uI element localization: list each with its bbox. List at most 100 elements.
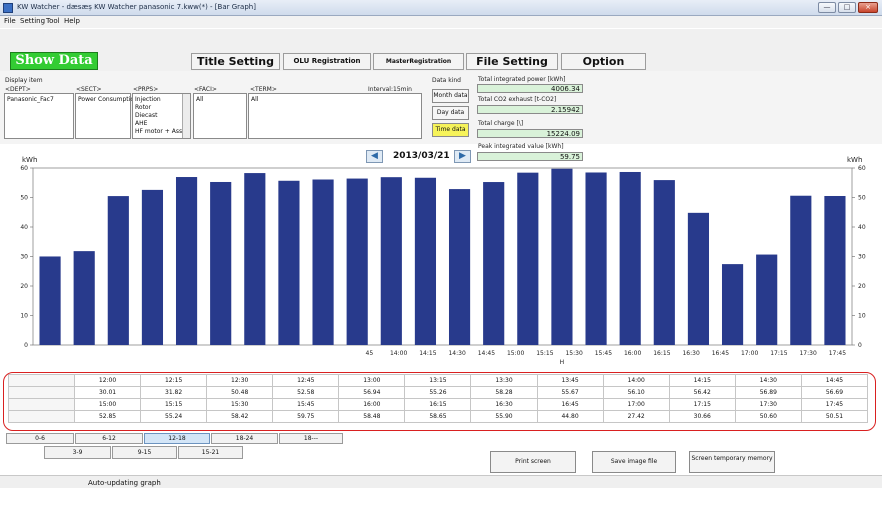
y-tick-label-left: 50 (20, 195, 28, 202)
peak-label: Peak integrated value [kWh] (478, 143, 564, 150)
y-tick-label-left: 20 (20, 283, 28, 290)
olu-registration-button[interactable]: OLU Registration (283, 53, 371, 70)
menu-file[interactable]: File (4, 17, 16, 25)
prps-listbox[interactable]: Injection Rotor Diecast AHE HF motor + A… (132, 93, 191, 139)
list-item[interactable]: Diecast (135, 112, 157, 119)
list-item[interactable]: All (251, 96, 258, 103)
status-text: Auto-updating graph (88, 479, 161, 487)
file-setting-button[interactable]: File Setting (466, 53, 558, 70)
bar-1515 (483, 182, 505, 345)
bar-1345 (278, 180, 300, 345)
dept-label: <DEPT> (5, 86, 31, 93)
bar-1245 (141, 189, 164, 345)
y-tick-label-right: 20 (858, 283, 866, 290)
y-tick-label-right: 40 (858, 224, 866, 231)
hour-button-9-15[interactable]: 9-15 (112, 446, 177, 459)
list-item[interactable]: All (196, 96, 203, 103)
term-listbox[interactable]: All (248, 93, 422, 139)
sect-label: <SECT> (76, 86, 102, 93)
sect-listbox[interactable]: Power Consumptio (75, 93, 134, 139)
range-button-0-6[interactable]: 0-6 (6, 433, 74, 444)
bar-chart: kWh kWh 0 0 10 10 20 20 30 30 40 40 50 50 60 60 45 14:00 1… (20, 156, 866, 366)
app-icon (3, 3, 13, 13)
bar-1300 (175, 177, 198, 345)
bar-1530 (517, 172, 539, 345)
status-bar: Auto-updating graph (0, 475, 882, 488)
range-button-6-12[interactable]: 6-12 (75, 433, 143, 444)
bar-1215 (73, 251, 95, 345)
x-tick-label: 15:45 (595, 350, 612, 357)
y-tick-label-left: 40 (20, 224, 28, 231)
y-tick-label-right: 0 (858, 342, 862, 349)
day-data-button[interactable]: Day data (432, 106, 469, 120)
bar-1500 (448, 189, 471, 345)
list-item[interactable]: Injection (135, 96, 161, 103)
y-tick-label-right: 10 (858, 313, 866, 320)
y-tick-label-left: 10 (20, 313, 28, 320)
menu-help[interactable]: Help (64, 17, 80, 25)
bar-1600 (585, 172, 607, 345)
bar-1545 (551, 168, 573, 345)
save-image-button[interactable]: Save image file (592, 451, 676, 473)
list-item[interactable]: Panasonic_Fac7 (7, 96, 54, 103)
x-tick-label: 14:30 (448, 350, 465, 357)
display-item-label: Display item (5, 77, 43, 84)
print-screen-button[interactable]: Print screen (490, 451, 576, 473)
x-tick-label: 15:15 (536, 350, 553, 357)
x-tick-label: 17:45 (829, 350, 846, 357)
maximize-button[interactable]: □ (838, 2, 856, 13)
faci-label: <FACI> (194, 86, 217, 93)
listbox-scrollbar[interactable] (182, 94, 190, 138)
menu-setting[interactable]: Setting (20, 17, 45, 25)
master-registration-button[interactable]: MasterRegistration (373, 53, 464, 70)
show-data-button[interactable]: Show Data (10, 52, 98, 70)
close-button[interactable]: × (858, 2, 878, 13)
bar-1615 (619, 171, 641, 345)
x-tick-label: 14:15 (419, 350, 436, 357)
interval-label: Interval:15min (368, 86, 412, 93)
window-title: KW Watcher - dæsæș KW Watcher panasonic … (17, 3, 256, 11)
x-tick-label: 17:15 (770, 350, 787, 357)
x-tick-label: 45 (366, 350, 374, 357)
x-tick-label: 16:00 (624, 350, 641, 357)
list-item[interactable]: HF motor + Ass (135, 128, 182, 135)
option-button[interactable]: Option (561, 53, 646, 70)
hour-button-3-9[interactable]: 3-9 (44, 446, 111, 459)
x-tick-label: 14:00 (390, 350, 407, 357)
screen-temporary-memory-button[interactable]: Screen temporary memory (689, 451, 775, 473)
y-tick-label-left: 0 (24, 342, 28, 349)
x-tick-label: 15:30 (565, 350, 582, 357)
total-co2-label: Total CO2 exhaust [t-CO2] (478, 96, 557, 103)
month-data-button[interactable]: Month data (432, 89, 469, 103)
x-tick-label: 17:00 (741, 350, 758, 357)
bar-1645 (687, 212, 710, 345)
list-item[interactable]: Rotor (135, 104, 151, 111)
y-tick-label-right: 30 (858, 254, 866, 261)
total-power-label: Total integrated power [kWh] (478, 76, 566, 83)
x-tick-label: 16:45 (712, 350, 729, 357)
hour-button-15-21[interactable]: 15-21 (178, 446, 243, 459)
range-button-18-plus[interactable]: 18--- (279, 433, 343, 444)
dept-listbox[interactable]: Panasonic_Fac7 (4, 93, 74, 139)
bar-1700 (721, 264, 744, 345)
bar-1745 (824, 195, 846, 345)
bar-1200 (39, 256, 61, 345)
list-item[interactable]: AHE (135, 120, 147, 127)
highlight-frame (3, 372, 876, 431)
x-tick-label: 16:15 (653, 350, 670, 357)
time-data-button[interactable]: Time data (432, 123, 469, 137)
list-item[interactable]: Power Consumptio (78, 96, 134, 103)
menu-tool[interactable]: Tool (46, 17, 60, 25)
bar-1315 (210, 181, 232, 345)
data-kind-label: Data kind (432, 77, 461, 84)
range-button-18-24[interactable]: 18-24 (211, 433, 278, 444)
bar-1415 (346, 178, 368, 345)
minimize-button[interactable]: — (818, 2, 836, 13)
title-setting-button[interactable]: Title Setting (191, 53, 280, 70)
y-unit-left: kWh (22, 156, 37, 164)
faci-listbox[interactable]: All (193, 93, 247, 139)
total-charge-label: Total charge [\] (478, 120, 524, 127)
bar-1730 (790, 195, 812, 345)
range-button-12-18[interactable]: 12-18 (144, 433, 210, 444)
total-charge-value: 15224.09 (477, 129, 583, 138)
